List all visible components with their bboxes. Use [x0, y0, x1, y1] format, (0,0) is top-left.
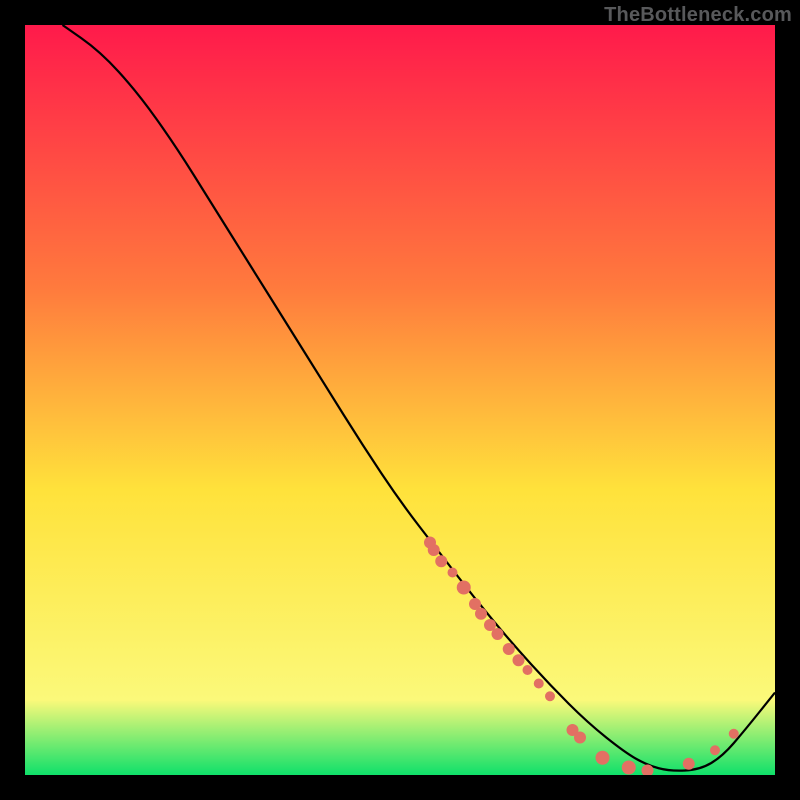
scatter-dot — [523, 665, 533, 675]
scatter-dot — [513, 654, 525, 666]
chart-container: TheBottleneck.com — [0, 0, 800, 800]
scatter-dot — [475, 608, 487, 620]
scatter-dot — [545, 691, 555, 701]
scatter-dot — [457, 581, 471, 595]
scatter-dot — [622, 761, 636, 775]
scatter-dot — [428, 544, 440, 556]
scatter-dot — [683, 758, 695, 770]
scatter-dot — [574, 732, 586, 744]
gradient-bg — [25, 25, 775, 775]
watermark-text: TheBottleneck.com — [604, 4, 792, 27]
scatter-dot — [448, 568, 458, 578]
scatter-dot — [534, 679, 544, 689]
scatter-dot — [710, 745, 720, 755]
chart-plot — [25, 25, 775, 775]
scatter-dot — [492, 628, 504, 640]
scatter-dot — [729, 729, 739, 739]
scatter-dot — [596, 751, 610, 765]
scatter-dot — [503, 643, 515, 655]
scatter-dot — [435, 555, 447, 567]
